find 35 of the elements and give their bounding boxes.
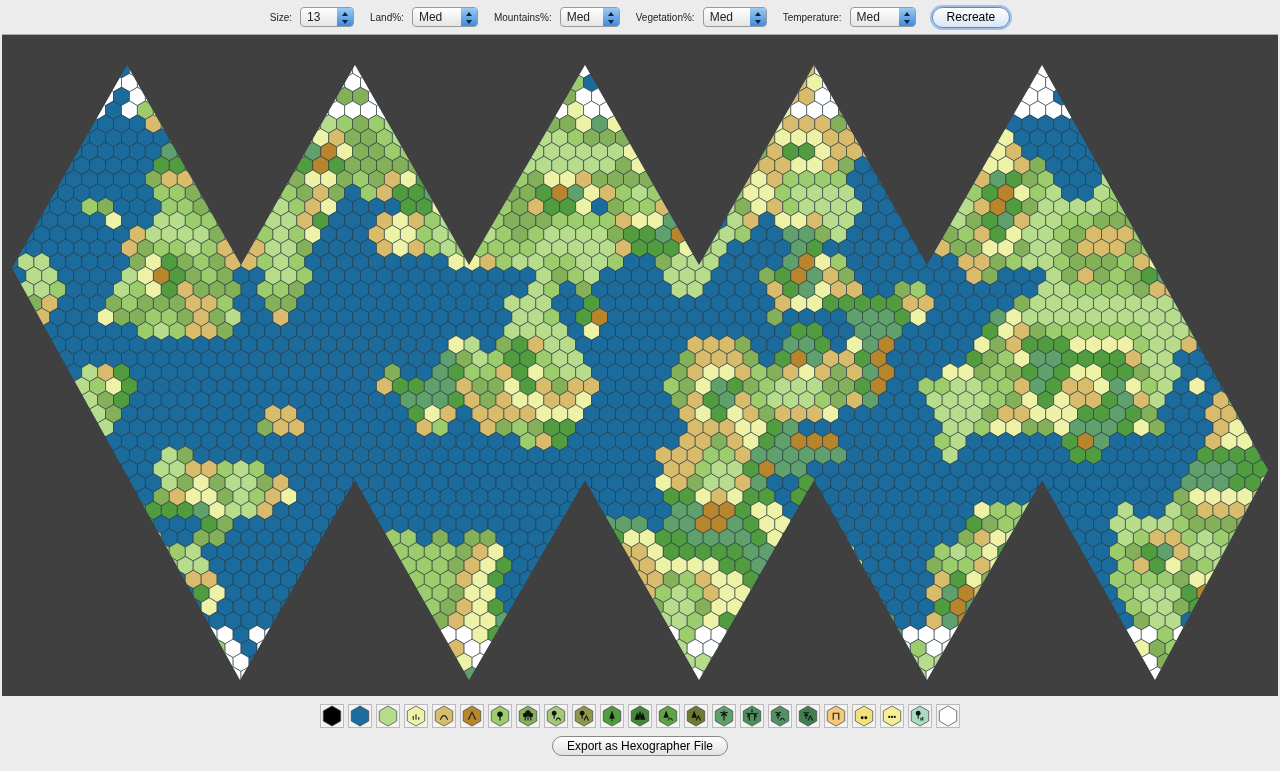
- field-label: Land%:: [369, 10, 404, 25]
- field-label: Vegetation%:: [635, 10, 695, 25]
- terrain-swatch[interactable]: [460, 704, 484, 728]
- field-label: Mountains%:: [493, 10, 552, 25]
- dropdown[interactable]: Med: [411, 7, 478, 27]
- terrain-swatch[interactable]: [908, 704, 932, 728]
- dropdown[interactable]: 13: [299, 7, 354, 27]
- export-button[interactable]: Export as Hexographer File: [551, 736, 729, 756]
- terrain-swatch[interactable]: [740, 704, 764, 728]
- terrain-swatch[interactable]: [488, 704, 512, 728]
- field-label: Temperature:: [782, 10, 842, 25]
- terrain-swatch[interactable]: [656, 704, 680, 728]
- recreate-button[interactable]: Recreate: [931, 6, 1011, 28]
- terrain-swatch[interactable]: [600, 704, 624, 728]
- terrain-swatch[interactable]: [376, 704, 400, 728]
- terrain-swatch[interactable]: [880, 704, 904, 728]
- terrain-swatch[interactable]: [432, 704, 456, 728]
- dropdown[interactable]: Med: [849, 7, 916, 27]
- dropdown[interactable]: Med: [559, 7, 620, 27]
- terrain-swatch[interactable]: [936, 704, 960, 728]
- terrain-swatch[interactable]: [544, 704, 568, 728]
- terrain-swatch[interactable]: [516, 704, 540, 728]
- terrain-swatch[interactable]: [572, 704, 596, 728]
- terrain-swatch[interactable]: [796, 704, 820, 728]
- terrain-swatch[interactable]: [712, 704, 736, 728]
- terrain-swatch[interactable]: [824, 704, 848, 728]
- terrain-swatch[interactable]: [852, 704, 876, 728]
- terrain-swatch[interactable]: [320, 704, 344, 728]
- terrain-swatch[interactable]: [684, 704, 708, 728]
- field-label: Size:: [269, 10, 292, 25]
- terrain-swatch[interactable]: [404, 704, 428, 728]
- terrain-swatch[interactable]: [348, 704, 372, 728]
- terrain-swatch[interactable]: [628, 704, 652, 728]
- terrain-swatch[interactable]: [768, 704, 792, 728]
- dropdown[interactable]: Med: [702, 7, 767, 27]
